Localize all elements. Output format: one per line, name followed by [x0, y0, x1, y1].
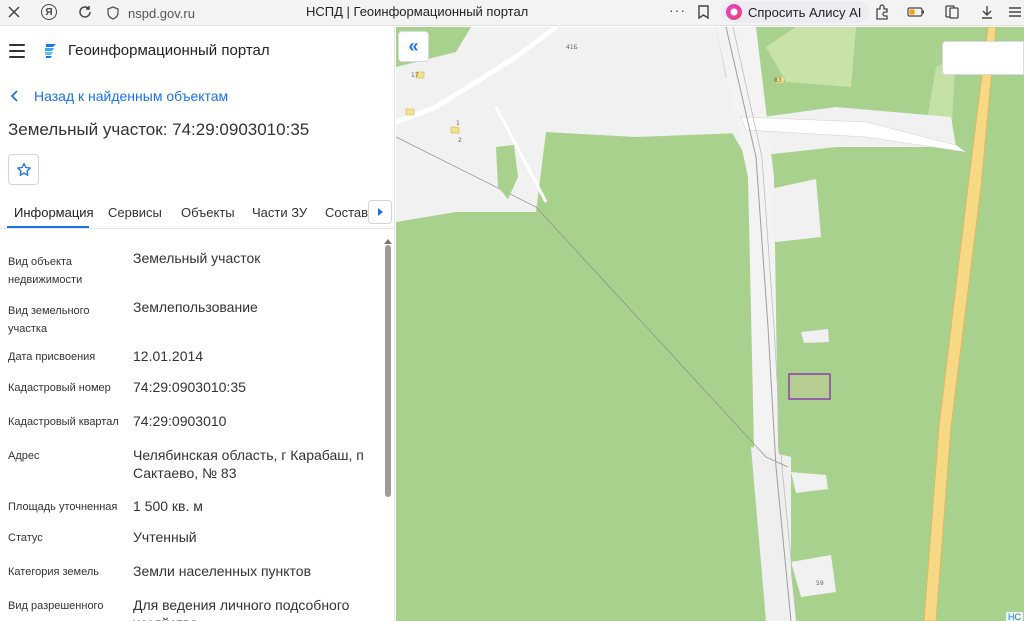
menu-icon[interactable]: [1004, 1, 1024, 23]
settlement-area: [751, 447, 791, 621]
property-value: 74:29:0903010: [133, 413, 227, 429]
map-attribution: НС: [1006, 612, 1023, 621]
property-label: Категория земель: [8, 566, 99, 578]
property-label: Статус: [8, 532, 43, 544]
more-menu-icon[interactable]: ···: [669, 2, 686, 18]
clearing-area: [801, 329, 829, 343]
scroll-up-arrow-icon[interactable]: [384, 239, 392, 244]
browser-toolbar: Я nspd.gov.ru НСПД | Геоинформационный п…: [0, 0, 1024, 26]
property-value: 12.01.2014: [133, 348, 204, 364]
property-value: Земли населенных пунктов: [133, 563, 312, 579]
hamburger-menu-icon[interactable]: [9, 44, 25, 58]
alice-button[interactable]: Спросить Алису AI: [722, 1, 870, 23]
property-value: Землепользование: [133, 299, 258, 315]
map-label: 1: [456, 120, 460, 127]
tab-services[interactable]: Сервисы: [108, 205, 162, 220]
shield-icon: [107, 6, 119, 20]
property-value: 74:29:0903010:35: [133, 379, 246, 395]
favorite-button[interactable]: [8, 154, 39, 185]
property-label: Вид земельного участка: [8, 305, 90, 335]
property-value: Для ведения личного подсобного хозяйства: [133, 597, 350, 621]
building: [405, 108, 415, 116]
map-label: 17: [411, 72, 419, 79]
download-icon[interactable]: [976, 1, 998, 23]
alice-icon: [726, 4, 742, 20]
building: [450, 126, 460, 134]
map-label: 2: [458, 137, 462, 144]
selected-land-parcel[interactable]: [788, 373, 831, 400]
portal-logo-icon: [45, 44, 56, 58]
property-value: 1 500 кв. м: [133, 498, 203, 514]
properties-list: Вид объекта недвижимости Земельный участ…: [0, 237, 382, 621]
map-label: 83: [774, 77, 782, 84]
tab-parts[interactable]: Части ЗУ: [252, 205, 307, 220]
back-to-results-link[interactable]: Назад к найденным объектам: [10, 88, 228, 104]
map-search-input[interactable]: [942, 41, 1024, 75]
scroll-thumb[interactable]: [385, 245, 391, 497]
property-value: Земельный участок: [133, 250, 261, 266]
property-label: Площадь уточненная: [8, 501, 118, 513]
reload-icon[interactable]: [74, 1, 96, 23]
battery-icon[interactable]: [905, 1, 927, 23]
app-header: Геоинформационный портал: [0, 27, 394, 75]
tab-title: НСПД | Геоинформационный портал: [306, 4, 529, 19]
tab-bar: Информация Сервисы Объекты Части ЗУ Сост…: [0, 197, 394, 229]
properties-scrollbar[interactable]: [383, 237, 393, 621]
map-label: 41Б: [566, 44, 578, 51]
url-text: nspd.gov.ru: [128, 5, 195, 21]
back-link-label: Назад к найденным объектам: [34, 88, 229, 104]
property-label: Дата присвоения: [8, 351, 96, 363]
yandex-icon[interactable]: Я: [38, 1, 60, 23]
tab-information[interactable]: Информация: [14, 205, 94, 220]
bookmark-icon[interactable]: [692, 1, 714, 23]
property-label: Вид разрешенного: [8, 600, 104, 612]
property-label: Адрес: [8, 450, 40, 462]
property-label: Кадастровый квартал: [8, 416, 119, 428]
caret-right-icon: [378, 208, 383, 216]
app-title: Геоинформационный портал: [68, 42, 270, 59]
star-icon: [16, 162, 31, 176]
clearing-area: [791, 555, 836, 597]
property-value: Челябинская область, г Карабаш, п Сактае…: [133, 447, 364, 481]
map-label: 59: [816, 580, 824, 587]
info-panel: Геоинформационный портал Назад к найденн…: [0, 27, 395, 621]
yandex-glyph: Я: [41, 4, 57, 20]
map-canvas: 41Б 17 83 1 2 59: [396, 27, 997, 621]
property-value: Учтенный: [133, 529, 197, 545]
tab-objects[interactable]: Объекты: [181, 205, 235, 220]
address-bar[interactable]: nspd.gov.ru: [106, 3, 195, 23]
active-tab-indicator: [7, 226, 89, 228]
property-label: Кадастровый номер: [8, 382, 111, 394]
tabs-scroll-right-button[interactable]: [368, 200, 392, 224]
object-title: Земельный участок: 74:29:0903010:35: [8, 120, 310, 139]
clearing-area: [791, 472, 828, 493]
extensions-icon[interactable]: [871, 1, 893, 23]
collapse-panel-button[interactable]: «: [398, 31, 429, 62]
chevron-left-icon: [10, 90, 18, 102]
tab-composition[interactable]: Состав: [325, 205, 368, 220]
settlement-area: [396, 27, 766, 222]
map-view[interactable]: 41Б 17 83 1 2 59 « НС: [396, 27, 1024, 621]
property-label: Вид объекта недвижимости: [8, 256, 83, 286]
close-icon[interactable]: [3, 1, 25, 23]
collections-icon[interactable]: [941, 1, 963, 23]
alice-label: Спросить Алису AI: [748, 4, 862, 20]
